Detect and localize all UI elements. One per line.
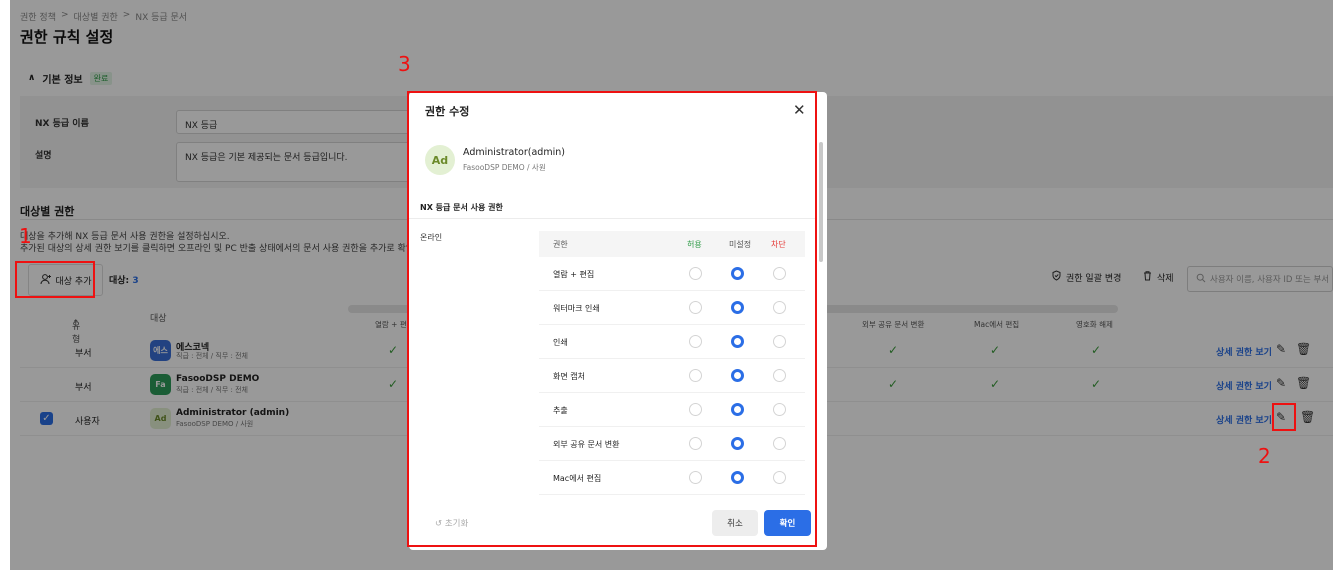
close-icon[interactable]: ✕: [793, 101, 806, 119]
radio-unset[interactable]: [731, 267, 744, 280]
avatar: Ad: [425, 145, 455, 175]
annotation-box-2: [1272, 403, 1296, 431]
radio-unset[interactable]: [731, 403, 744, 416]
modal-title: 권한 수정: [425, 105, 470, 118]
perm-label: 열람 + 편집: [553, 270, 595, 279]
radio-unset[interactable]: [731, 301, 744, 314]
scrollbar[interactable]: [819, 142, 823, 262]
annotation-number: 3: [398, 52, 411, 76]
perm-label: 외부 공유 문서 변환: [553, 440, 620, 449]
mode-label: 온라인: [420, 233, 443, 242]
perm-label: 인쇄: [553, 338, 568, 347]
radio-allow[interactable]: [689, 369, 702, 382]
radio-unset[interactable]: [731, 369, 744, 382]
radio-block[interactable]: [773, 301, 786, 314]
radio-allow[interactable]: [689, 471, 702, 484]
radio-block[interactable]: [773, 267, 786, 280]
radio-allow[interactable]: [689, 267, 702, 280]
perm-label: 화면 캡처: [553, 372, 585, 381]
perm-label: Mac에서 편집: [553, 474, 602, 483]
head-block: 차단: [771, 240, 786, 249]
radio-block[interactable]: [773, 403, 786, 416]
cancel-button[interactable]: 취소: [712, 510, 758, 536]
annotation-number: 2: [1258, 444, 1271, 468]
confirm-button[interactable]: 확인: [764, 510, 811, 536]
radio-allow[interactable]: [689, 437, 702, 450]
perm-row: 워터마크 인쇄: [539, 291, 805, 325]
modal-user-name: Administrator(admin): [463, 147, 565, 158]
perm-label: 워터마크 인쇄: [553, 304, 600, 313]
head-perm: 권한: [553, 240, 568, 249]
radio-unset[interactable]: [731, 335, 744, 348]
head-unset: 미설정: [729, 240, 752, 249]
refresh-icon: ↺: [435, 519, 443, 529]
radio-block[interactable]: [773, 369, 786, 382]
radio-allow[interactable]: [689, 335, 702, 348]
radio-allow[interactable]: [689, 403, 702, 416]
perm-row: 추출: [539, 393, 805, 427]
divider: [409, 218, 817, 219]
radio-block[interactable]: [773, 335, 786, 348]
head-allow: 허용: [687, 240, 702, 249]
radio-block[interactable]: [773, 471, 786, 484]
radio-unset[interactable]: [731, 437, 744, 450]
perm-row: 외부 공유 문서 변환: [539, 427, 805, 461]
annotation-number: 1: [19, 224, 32, 248]
radio-allow[interactable]: [689, 301, 702, 314]
modal-user-org: FasooDSP DEMO / 사원: [463, 163, 546, 172]
perm-label: 추출: [553, 406, 568, 415]
perm-row: 인쇄: [539, 325, 805, 359]
reset-label: 초기화: [444, 519, 469, 529]
perm-table-header: 권한 허용 미설정 차단: [539, 231, 805, 257]
perm-section-title: NX 등급 문서 사용 권한: [420, 203, 503, 212]
perm-row: Mac에서 편집: [539, 461, 805, 495]
perm-row: 열람 + 편집: [539, 257, 805, 291]
radio-block[interactable]: [773, 437, 786, 450]
radio-unset[interactable]: [731, 471, 744, 484]
annotation-box-1: [15, 261, 95, 298]
perm-row: 화면 캡처: [539, 359, 805, 393]
edit-permission-modal: 권한 수정 ✕ Ad Administrator(admin) FasooDSP…: [409, 92, 827, 550]
reset-button[interactable]: ↺ 초기화: [435, 517, 468, 529]
